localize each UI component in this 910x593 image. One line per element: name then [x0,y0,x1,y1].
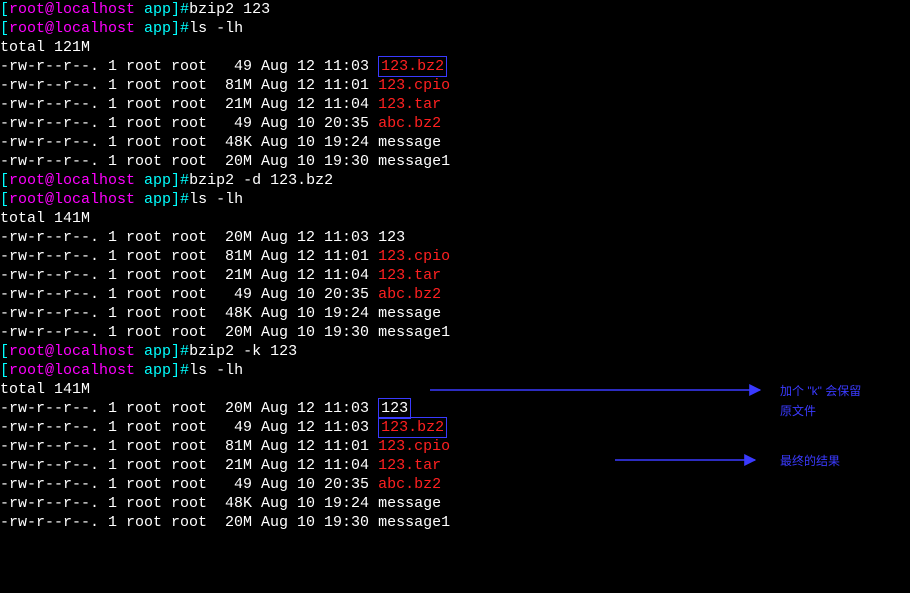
file-name: 123.bz2 [378,56,447,77]
ls-row: -rw-r--r--. 1 root root 20M Aug 12 11:03… [0,228,910,247]
prompt-dir: app]# [135,172,189,189]
prompt-bracket: [ [0,362,9,379]
file-name: 123.cpio [378,438,450,455]
command-line[interactable]: [root@localhost app]#bzip2 123 [0,0,910,19]
prompt-dir: app]# [135,362,189,379]
prompt-dir: app]# [135,20,189,37]
file-perms: -rw-r--r--. 1 root root 20M Aug 10 19:30 [0,324,378,341]
annotation-text-1b: 原文件 [780,402,816,421]
ls-row: -rw-r--r--. 1 root root 81M Aug 12 11:01… [0,76,910,95]
file-name: 123 [378,398,411,419]
file-perms: -rw-r--r--. 1 root root 20M Aug 12 11:03 [0,400,378,417]
file-name: 123.tar [378,267,441,284]
prompt-bracket: [ [0,191,9,208]
total-line: total 141M [0,380,910,399]
file-perms: -rw-r--r--. 1 root root 81M Aug 12 11:01 [0,77,378,94]
command-text: ls -lh [189,362,243,379]
file-perms: -rw-r--r--. 1 root root 48K Aug 10 19:24 [0,305,378,322]
file-name: message1 [378,153,450,170]
command-line[interactable]: [root@localhost app]#ls -lh [0,361,910,380]
file-perms: -rw-r--r--. 1 root root 21M Aug 12 11:04 [0,267,378,284]
prompt-user: root@localhost [9,191,135,208]
file-perms: -rw-r--r--. 1 root root 20M Aug 12 11:03 [0,229,378,246]
ls-row: -rw-r--r--. 1 root root 49 Aug 12 11:03 … [0,418,910,437]
prompt-dir: app]# [135,191,189,208]
file-name: 123.tar [378,96,441,113]
file-name: message1 [378,324,450,341]
command-text: ls -lh [189,191,243,208]
file-name: 123.tar [378,457,441,474]
ls-row: -rw-r--r--. 1 root root 81M Aug 12 11:01… [0,437,910,456]
ls-row: -rw-r--r--. 1 root root 49 Aug 12 11:03 … [0,57,910,76]
command-text: bzip2 -k 123 [189,343,297,360]
file-perms: -rw-r--r--. 1 root root 81M Aug 12 11:01 [0,438,378,455]
prompt-user: root@localhost [9,172,135,189]
file-name: message [378,495,441,512]
file-perms: -rw-r--r--. 1 root root 49 Aug 10 20:35 [0,476,378,493]
prompt-bracket: [ [0,20,9,37]
file-name: message [378,305,441,322]
annotation-text-1a: 加个 "k" 会保留 [780,382,861,401]
ls-row: -rw-r--r--. 1 root root 20M Aug 10 19:30… [0,323,910,342]
file-perms: -rw-r--r--. 1 root root 49 Aug 10 20:35 [0,286,378,303]
total-line: total 141M [0,209,910,228]
prompt-user: root@localhost [9,343,135,360]
file-perms: -rw-r--r--. 1 root root 49 Aug 12 11:03 [0,58,378,75]
file-name: 123.cpio [378,248,450,265]
ls-row: -rw-r--r--. 1 root root 49 Aug 10 20:35 … [0,285,910,304]
file-name: message1 [378,514,450,531]
file-perms: -rw-r--r--. 1 root root 49 Aug 12 11:03 [0,419,378,436]
command-line[interactable]: [root@localhost app]#bzip2 -k 123 [0,342,910,361]
prompt-bracket: [ [0,172,9,189]
ls-row: -rw-r--r--. 1 root root 21M Aug 12 11:04… [0,95,910,114]
ls-row: -rw-r--r--. 1 root root 21M Aug 12 11:04… [0,456,910,475]
file-name: 123.cpio [378,77,450,94]
command-text: bzip2 123 [189,1,270,18]
file-name: 123 [378,229,405,246]
ls-row: -rw-r--r--. 1 root root 48K Aug 10 19:24… [0,133,910,152]
ls-row: -rw-r--r--. 1 root root 21M Aug 12 11:04… [0,266,910,285]
file-perms: -rw-r--r--. 1 root root 81M Aug 12 11:01 [0,248,378,265]
command-line[interactable]: [root@localhost app]#bzip2 -d 123.bz2 [0,171,910,190]
file-perms: -rw-r--r--. 1 root root 48K Aug 10 19:24 [0,495,378,512]
annotation-text-2: 最终的结果 [780,452,840,471]
ls-row: -rw-r--r--. 1 root root 49 Aug 10 20:35 … [0,475,910,494]
prompt-bracket: [ [0,1,9,18]
command-line[interactable]: [root@localhost app]#ls -lh [0,19,910,38]
file-name: abc.bz2 [378,115,441,132]
ls-row: -rw-r--r--. 1 root root 81M Aug 12 11:01… [0,247,910,266]
file-perms: -rw-r--r--. 1 root root 20M Aug 10 19:30 [0,514,378,531]
command-line[interactable]: [root@localhost app]#ls -lh [0,190,910,209]
ls-row: -rw-r--r--. 1 root root 20M Aug 12 11:03… [0,399,910,418]
command-text: bzip2 -d 123.bz2 [189,172,333,189]
prompt-user: root@localhost [9,1,135,18]
command-text: ls -lh [189,20,243,37]
ls-row: -rw-r--r--. 1 root root 48K Aug 10 19:24… [0,494,910,513]
file-name: abc.bz2 [378,286,441,303]
ls-row: -rw-r--r--. 1 root root 48K Aug 10 19:24… [0,304,910,323]
prompt-dir: app]# [135,1,189,18]
file-name: message [378,134,441,151]
ls-row: -rw-r--r--. 1 root root 20M Aug 10 19:30… [0,152,910,171]
prompt-bracket: [ [0,343,9,360]
file-name: abc.bz2 [378,476,441,493]
prompt-user: root@localhost [9,20,135,37]
prompt-user: root@localhost [9,362,135,379]
file-perms: -rw-r--r--. 1 root root 48K Aug 10 19:24 [0,134,378,151]
ls-row: -rw-r--r--. 1 root root 20M Aug 10 19:30… [0,513,910,532]
file-perms: -rw-r--r--. 1 root root 21M Aug 12 11:04 [0,457,378,474]
terminal-output: [root@localhost app]#bzip2 123[root@loca… [0,0,910,532]
file-perms: -rw-r--r--. 1 root root 20M Aug 10 19:30 [0,153,378,170]
prompt-dir: app]# [135,343,189,360]
file-perms: -rw-r--r--. 1 root root 21M Aug 12 11:04 [0,96,378,113]
file-name: 123.bz2 [378,417,447,438]
ls-row: -rw-r--r--. 1 root root 49 Aug 10 20:35 … [0,114,910,133]
total-line: total 121M [0,38,910,57]
file-perms: -rw-r--r--. 1 root root 49 Aug 10 20:35 [0,115,378,132]
